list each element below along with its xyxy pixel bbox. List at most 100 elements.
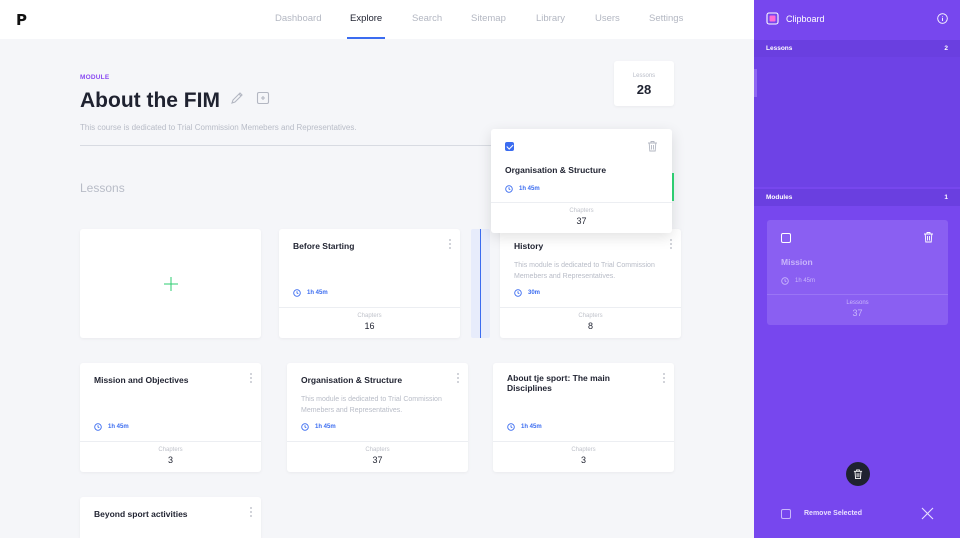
edit-icon[interactable]	[230, 91, 244, 105]
sidebar-modules-label: Modules	[766, 194, 793, 201]
close-icon[interactable]	[921, 507, 934, 520]
clock-icon	[94, 423, 102, 431]
sidebar-header: Clipboard	[754, 0, 960, 38]
more-vertical-icon[interactable]	[662, 373, 666, 385]
card-footer: Chapters 37	[287, 441, 468, 472]
module-card[interactable]: Beyond sport activities	[80, 497, 261, 538]
nav-search[interactable]: Search	[412, 13, 442, 24]
card-duration: 1h 45m	[293, 289, 328, 297]
card-duration-text: 1h 45m	[315, 424, 336, 430]
card-footer-label: Chapters	[357, 313, 382, 319]
clock-icon	[293, 289, 301, 297]
lessons-count: Lessons 28	[614, 61, 674, 106]
sidebar-lessons-label: Lessons	[766, 45, 793, 52]
sidebar-lessons-list	[754, 57, 960, 187]
card-duration-text: 1h 45m	[795, 278, 816, 284]
card-duration-text: 1h 45m	[108, 424, 129, 430]
card-duration: 1h 45m	[505, 185, 540, 193]
card-footer: Chapters 37	[491, 202, 672, 233]
card-duration: 1h 45m	[301, 423, 336, 431]
nav-dashboard[interactable]: Dashboard	[275, 13, 321, 24]
card-title: Organisation & Structure	[505, 165, 607, 175]
card-checkbox[interactable]	[505, 142, 514, 151]
more-vertical-icon[interactable]	[669, 239, 673, 251]
sidebar-lessons-bar[interactable]: Lessons 2	[754, 40, 960, 57]
info-icon[interactable]	[937, 13, 948, 24]
module-card[interactable]: Mission and Objectives 1h 45m Chapters 3	[80, 363, 261, 472]
card-duration: 30m	[514, 289, 540, 297]
card-title: Mission	[781, 257, 813, 267]
card-footer-value: 37	[372, 455, 383, 465]
lessons-count-label: Lessons	[632, 73, 656, 79]
trash-icon[interactable]	[647, 140, 658, 152]
card-footer-label: Lessons	[846, 300, 869, 306]
nav-library[interactable]: Library	[536, 13, 565, 24]
trash-icon[interactable]	[923, 231, 934, 243]
card-footer-value: 37	[576, 216, 587, 226]
delete-clipboard-button[interactable]	[846, 462, 870, 486]
card-duration: 1h 45m	[94, 423, 129, 431]
card-title: Beyond sport activities	[94, 509, 188, 519]
more-vertical-icon[interactable]	[249, 507, 253, 519]
card-title: About tje sport: The main Disciplines	[507, 373, 610, 393]
add-lesson-card[interactable]	[80, 229, 261, 338]
card-footer-label: Chapters	[578, 313, 603, 319]
card-footer: Chapters 3	[80, 441, 261, 472]
nav-users[interactable]: Users	[595, 13, 620, 24]
card-footer-label: Chapters	[569, 208, 594, 214]
more-vertical-icon[interactable]	[249, 373, 253, 385]
nav-settings[interactable]: Settings	[649, 13, 683, 24]
nav-sitemap[interactable]: Sitemap	[471, 13, 506, 24]
sidebar-modules-bar[interactable]: Modules 1	[754, 189, 960, 206]
drag-highlight	[672, 173, 674, 201]
module-card[interactable]: History This module is dedicated to Tria…	[500, 229, 681, 338]
sidebar-module-card[interactable]: Mission 1h 45m Lessons 37	[767, 220, 948, 325]
card-duration-text: 30m	[528, 290, 541, 296]
module-card[interactable]: About tje sport: The main Disciplines 1h…	[493, 363, 674, 472]
card-footer: Lessons 37	[767, 294, 948, 325]
more-vertical-icon[interactable]	[456, 373, 460, 385]
card-footer-value: 37	[852, 308, 863, 318]
nav-explore[interactable]: Explore	[350, 13, 382, 24]
divider	[80, 145, 530, 146]
page-title: About the FIM	[80, 89, 220, 112]
card-footer: Chapters 16	[279, 307, 460, 338]
card-duration-text: 1h 45m	[519, 186, 540, 192]
card-footer-label: Chapters	[571, 447, 596, 453]
module-card[interactable]: Organisation & Structure This module is …	[287, 363, 468, 472]
card-description: This module is dedicated to Trial Commis…	[301, 396, 442, 414]
drop-indicator	[471, 229, 490, 338]
sidebar-title: Clipboard	[786, 14, 825, 24]
card-footer: Chapters 3	[493, 441, 674, 472]
module-label: MODULE	[80, 74, 110, 81]
trash-icon	[853, 469, 863, 479]
dragged-card[interactable]: Organisation & Structure 1h 45m Chapters…	[491, 129, 672, 233]
sidebar-modules-count: 1	[944, 194, 948, 201]
card-duration-text: 1h 45m	[307, 290, 328, 296]
clock-icon	[507, 423, 515, 431]
remove-selected-label[interactable]: Remove Selected	[804, 510, 862, 517]
card-duration: 1h 45m	[781, 277, 815, 285]
module-card[interactable]: Before Starting 1h 45m Chapters 16	[279, 229, 460, 338]
clock-icon	[301, 423, 309, 431]
card-duration: 1h 45m	[507, 423, 542, 431]
card-description: This module is dedicated to Trial Commis…	[514, 262, 655, 280]
sidebar-lessons-count: 2	[944, 45, 948, 52]
main-nav: Dashboard Explore Search Sitemap Library…	[0, 0, 754, 39]
card-footer-label: Chapters	[365, 447, 390, 453]
clock-icon	[514, 289, 522, 297]
nav-active-indicator	[347, 37, 385, 39]
lessons-count-value: 28	[636, 82, 652, 97]
module-description: This course is dedicated to Trial Commis…	[80, 123, 357, 132]
card-title: Organisation & Structure	[301, 375, 403, 385]
card-checkbox[interactable]	[781, 233, 791, 243]
remove-selected-checkbox[interactable]	[781, 509, 791, 519]
more-vertical-icon[interactable]	[448, 239, 452, 251]
card-title: Mission and Objectives	[94, 375, 189, 385]
plus-icon	[164, 277, 178, 291]
card-footer-value: 8	[587, 321, 593, 331]
note-icon[interactable]	[256, 91, 270, 105]
card-footer-label: Chapters	[158, 447, 183, 453]
card-footer-value: 3	[167, 455, 173, 465]
sidebar-scrollbar[interactable]	[754, 69, 757, 97]
